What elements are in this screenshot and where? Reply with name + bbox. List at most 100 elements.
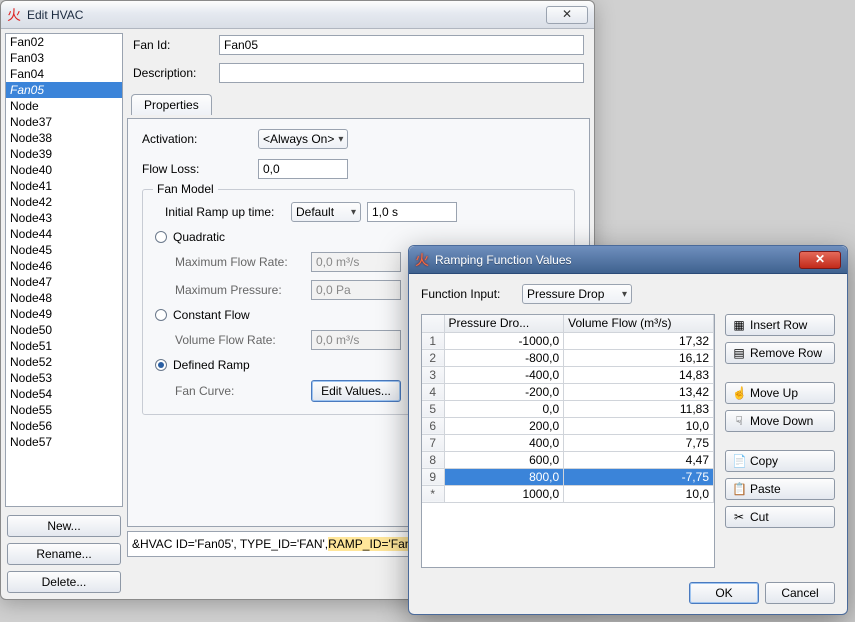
grid-col-pressure[interactable]: Pressure Dro... bbox=[444, 315, 564, 332]
table-row[interactable]: 3-400,014,83 bbox=[422, 366, 714, 383]
list-item[interactable]: Node57 bbox=[6, 434, 122, 450]
pressure-cell[interactable]: 0,0 bbox=[444, 400, 564, 417]
volflow-cell[interactable]: 10,0 bbox=[564, 417, 714, 434]
move-up-button[interactable]: ☝Move Up bbox=[725, 382, 835, 404]
row-number[interactable]: 3 bbox=[422, 366, 444, 383]
grid-col-volflow[interactable]: Volume Flow (m³/s) bbox=[564, 315, 714, 332]
new-button[interactable]: New... bbox=[7, 515, 121, 537]
list-item[interactable]: Node42 bbox=[6, 194, 122, 210]
row-number[interactable]: 2 bbox=[422, 349, 444, 366]
row-number[interactable]: 6 bbox=[422, 417, 444, 434]
volflow-cell[interactable]: 17,32 bbox=[564, 332, 714, 349]
edit-values-button[interactable]: Edit Values... bbox=[311, 380, 401, 402]
ramp-grid[interactable]: Pressure Dro... Volume Flow (m³/s) 1-100… bbox=[421, 314, 715, 568]
list-item[interactable]: Node44 bbox=[6, 226, 122, 242]
ramp-combo[interactable]: Default bbox=[291, 202, 361, 222]
pressure-cell[interactable]: 200,0 bbox=[444, 417, 564, 434]
list-item[interactable]: Node46 bbox=[6, 258, 122, 274]
ramp-time-input[interactable] bbox=[367, 202, 457, 222]
list-item[interactable]: Node40 bbox=[6, 162, 122, 178]
volflow-cell[interactable]: 10,0 bbox=[564, 485, 714, 502]
pressure-cell[interactable]: 1000,0 bbox=[444, 485, 564, 502]
func-input-combo[interactable]: Pressure Drop bbox=[522, 284, 632, 304]
description-input[interactable] bbox=[219, 63, 584, 83]
table-row[interactable]: 4-200,013,42 bbox=[422, 383, 714, 400]
list-item[interactable]: Node39 bbox=[6, 146, 122, 162]
tab-properties[interactable]: Properties bbox=[131, 94, 212, 115]
pressure-cell[interactable]: -800,0 bbox=[444, 349, 564, 366]
radio-quadratic[interactable]: Quadratic bbox=[155, 230, 562, 244]
list-item[interactable]: Node45 bbox=[6, 242, 122, 258]
table-row[interactable]: 50,011,83 bbox=[422, 400, 714, 417]
list-item[interactable]: Fan05 bbox=[6, 82, 122, 98]
volflow-cell[interactable]: 13,42 bbox=[564, 383, 714, 400]
table-row[interactable]: 8600,04,47 bbox=[422, 451, 714, 468]
list-item[interactable]: Node52 bbox=[6, 354, 122, 370]
volflow-cell[interactable]: -7,75 bbox=[564, 468, 714, 485]
row-number[interactable]: 1 bbox=[422, 332, 444, 349]
volflow-cell[interactable]: 16,12 bbox=[564, 349, 714, 366]
row-number[interactable]: 4 bbox=[422, 383, 444, 400]
row-number[interactable]: 5 bbox=[422, 400, 444, 417]
ramp-close-button[interactable]: ✕ bbox=[799, 251, 841, 269]
copy-button[interactable]: 📄Copy bbox=[725, 450, 835, 472]
list-item[interactable]: Node48 bbox=[6, 290, 122, 306]
row-number[interactable]: 7 bbox=[422, 434, 444, 451]
max-flow-input bbox=[311, 252, 401, 272]
pressure-cell[interactable]: -200,0 bbox=[444, 383, 564, 400]
table-row[interactable]: 7400,07,75 bbox=[422, 434, 714, 451]
list-item[interactable]: Node41 bbox=[6, 178, 122, 194]
list-item[interactable]: Node51 bbox=[6, 338, 122, 354]
list-item[interactable]: Node53 bbox=[6, 370, 122, 386]
table-row[interactable]: 6200,010,0 bbox=[422, 417, 714, 434]
list-item[interactable]: Node47 bbox=[6, 274, 122, 290]
pressure-cell[interactable]: 400,0 bbox=[444, 434, 564, 451]
fan-id-input[interactable] bbox=[219, 35, 584, 55]
delete-button[interactable]: Delete... bbox=[7, 571, 121, 593]
list-item[interactable]: Node50 bbox=[6, 322, 122, 338]
rename-button[interactable]: Rename... bbox=[7, 543, 121, 565]
pressure-cell[interactable]: -400,0 bbox=[444, 366, 564, 383]
table-row[interactable]: *1000,010,0 bbox=[422, 485, 714, 502]
list-item[interactable]: Node54 bbox=[6, 386, 122, 402]
row-number[interactable]: 9 bbox=[422, 468, 444, 485]
list-item[interactable]: Node55 bbox=[6, 402, 122, 418]
ok-button[interactable]: OK bbox=[689, 582, 759, 604]
pressure-cell[interactable]: -1000,0 bbox=[444, 332, 564, 349]
volflow-cell[interactable]: 11,83 bbox=[564, 400, 714, 417]
list-item[interactable]: Node56 bbox=[6, 418, 122, 434]
flowloss-input[interactable] bbox=[258, 159, 348, 179]
paste-button[interactable]: 📋Paste bbox=[725, 478, 835, 500]
list-item[interactable]: Fan04 bbox=[6, 66, 122, 82]
hvac-item-list[interactable]: Fan02Fan03Fan04Fan05NodeNode37Node38Node… bbox=[5, 33, 123, 507]
list-item[interactable]: Node bbox=[6, 98, 122, 114]
hvac-close-button[interactable]: ✕ bbox=[546, 6, 588, 24]
move-down-button[interactable]: ☟Move Down bbox=[725, 410, 835, 432]
list-item[interactable]: Fan03 bbox=[6, 50, 122, 66]
list-item[interactable]: Node43 bbox=[6, 210, 122, 226]
list-item[interactable]: Node49 bbox=[6, 306, 122, 322]
activation-combo[interactable]: <Always On> bbox=[258, 129, 348, 149]
edit-values-label: Edit Values... bbox=[321, 384, 391, 398]
pressure-cell[interactable]: 800,0 bbox=[444, 468, 564, 485]
row-number[interactable]: * bbox=[422, 485, 444, 502]
volflow-cell[interactable]: 4,47 bbox=[564, 451, 714, 468]
cancel-button[interactable]: Cancel bbox=[765, 582, 835, 604]
list-item[interactable]: Fan02 bbox=[6, 34, 122, 50]
table-row[interactable]: 9800,0-7,75 bbox=[422, 468, 714, 485]
pressure-cell[interactable]: 600,0 bbox=[444, 451, 564, 468]
cut-label: Cut bbox=[750, 510, 769, 524]
hvac-titlebar[interactable]: 火 Edit HVAC ✕ bbox=[1, 1, 594, 29]
list-item[interactable]: Node37 bbox=[6, 114, 122, 130]
ramp-titlebar[interactable]: 火 Ramping Function Values ✕ bbox=[409, 246, 847, 274]
grid-rowhead[interactable] bbox=[422, 315, 444, 332]
volflow-cell[interactable]: 14,83 bbox=[564, 366, 714, 383]
cut-button[interactable]: ✂Cut bbox=[725, 506, 835, 528]
insert-row-button[interactable]: ▦Insert Row bbox=[725, 314, 835, 336]
list-item[interactable]: Node38 bbox=[6, 130, 122, 146]
row-number[interactable]: 8 bbox=[422, 451, 444, 468]
table-row[interactable]: 2-800,016,12 bbox=[422, 349, 714, 366]
remove-row-button[interactable]: ▤Remove Row bbox=[725, 342, 835, 364]
table-row[interactable]: 1-1000,017,32 bbox=[422, 332, 714, 349]
volflow-cell[interactable]: 7,75 bbox=[564, 434, 714, 451]
